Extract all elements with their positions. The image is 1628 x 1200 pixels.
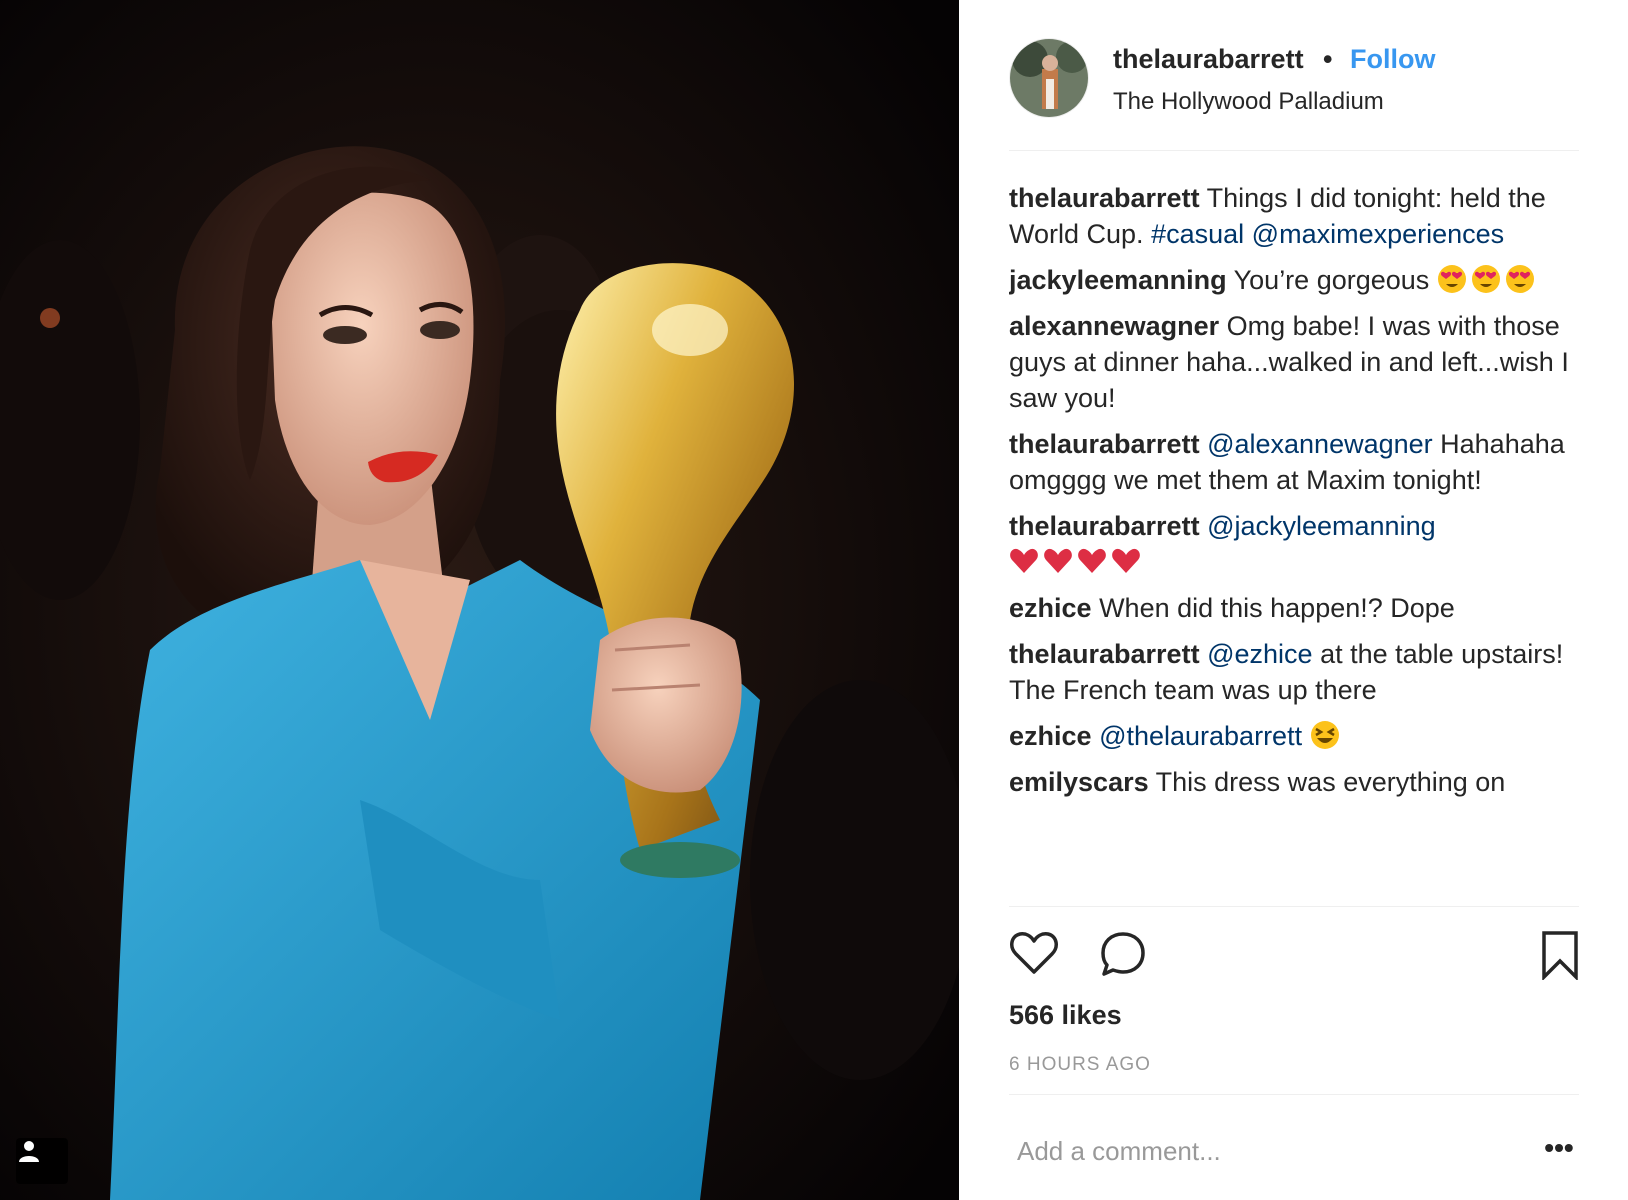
comment-text: This dress was everything on (1155, 767, 1506, 797)
mention-link[interactable]: @jackyleemanning (1207, 511, 1436, 541)
heart-eyes-emoji (1437, 265, 1466, 293)
avatar[interactable] (1009, 38, 1089, 118)
mention-link[interactable]: @alexannewagner (1207, 429, 1433, 459)
action-bar (1009, 930, 1579, 990)
red-heart-emoji (1112, 548, 1140, 573)
user-tag-button[interactable] (16, 1138, 68, 1184)
more-options-button[interactable]: ••• (1539, 1130, 1579, 1166)
comment-text: You’re gorgeous (1233, 265, 1430, 295)
red-heart-emoji (1078, 548, 1106, 573)
post-side-panel: thelaurabarrett • Follow The Hollywood P… (959, 0, 1628, 1200)
comment-username[interactable]: emilyscars (1009, 767, 1149, 797)
comments-list[interactable]: thelaurabarrett Things I did tonight: he… (1009, 180, 1579, 905)
comment-username[interactable]: ezhice (1009, 721, 1092, 751)
comment-input-divider (1009, 1094, 1579, 1095)
likes-count[interactable]: 566 likes (1009, 1000, 1122, 1031)
red-heart-emoji (1010, 548, 1038, 573)
comment-item: thelaurabarrett @jackyleemanning (1009, 508, 1579, 580)
heart-eyes-emoji (1471, 265, 1500, 293)
post-username[interactable]: thelaurabarrett (1113, 44, 1304, 75)
comment-username[interactable]: thelaurabarrett (1009, 429, 1200, 459)
comment-username[interactable]: thelaurabarrett (1009, 183, 1200, 213)
comment-item: thelaurabarrett @ezhice at the table ups… (1009, 636, 1579, 708)
separator-dot: • (1323, 44, 1333, 74)
comment-username[interactable]: thelaurabarrett (1009, 639, 1200, 669)
post-header: thelaurabarrett • Follow The Hollywood P… (1009, 38, 1579, 118)
more-options-icon: ••• (1544, 1132, 1574, 1163)
caption: thelaurabarrett Things I did tonight: he… (1009, 180, 1579, 252)
comment-username[interactable]: thelaurabarrett (1009, 511, 1200, 541)
follow-button[interactable]: Follow (1350, 44, 1435, 75)
comment-text: When did this happen!? Dope (1099, 593, 1455, 623)
bookmark-icon (1542, 931, 1578, 982)
hashtag-link[interactable]: #casual (1151, 219, 1244, 249)
user-tag-icon (19, 1141, 39, 1162)
comment-button[interactable] (1099, 930, 1147, 983)
photo-illustration (0, 0, 959, 1200)
comment-item: thelaurabarrett @alexannewagner Hahahaha… (1009, 426, 1579, 498)
post-location[interactable]: The Hollywood Palladium (1113, 88, 1384, 116)
add-comment-input[interactable] (1015, 1130, 1489, 1172)
comment-item: ezhice When did this happen!? Dope (1009, 590, 1579, 626)
header-divider (1009, 150, 1579, 151)
heart-icon (1010, 932, 1058, 974)
post-timestamp[interactable]: 6 HOURS AGO (1009, 1054, 1151, 1076)
mention-link[interactable]: @maximexperiences (1252, 219, 1505, 249)
comment-item: alexannewagner Omg babe! I was with thos… (1009, 308, 1579, 416)
comment-username[interactable]: ezhice (1009, 593, 1092, 623)
heart-eyes-emoji (1505, 265, 1534, 293)
red-heart-emoji (1044, 548, 1072, 573)
comment-item: emilyscars This dress was everything on (1009, 764, 1579, 800)
mention-link[interactable]: @thelaurabarrett (1099, 721, 1302, 751)
comment-username[interactable]: alexannewagner (1009, 311, 1219, 341)
comment-item: jackyleemanning You’re gorgeous (1009, 262, 1579, 298)
post-photo[interactable] (0, 0, 959, 1200)
comments-divider (1009, 906, 1579, 907)
mention-link[interactable]: @ezhice (1207, 639, 1312, 669)
comment-item: ezhice @thelaurabarrett (1009, 718, 1579, 754)
comment-bubble-icon (1101, 932, 1145, 976)
laughing-emoji (1310, 721, 1339, 749)
like-button[interactable] (1009, 930, 1059, 981)
avatar-image (1010, 39, 1088, 117)
save-button[interactable] (1541, 930, 1579, 985)
comment-username[interactable]: jackyleemanning (1009, 265, 1227, 295)
